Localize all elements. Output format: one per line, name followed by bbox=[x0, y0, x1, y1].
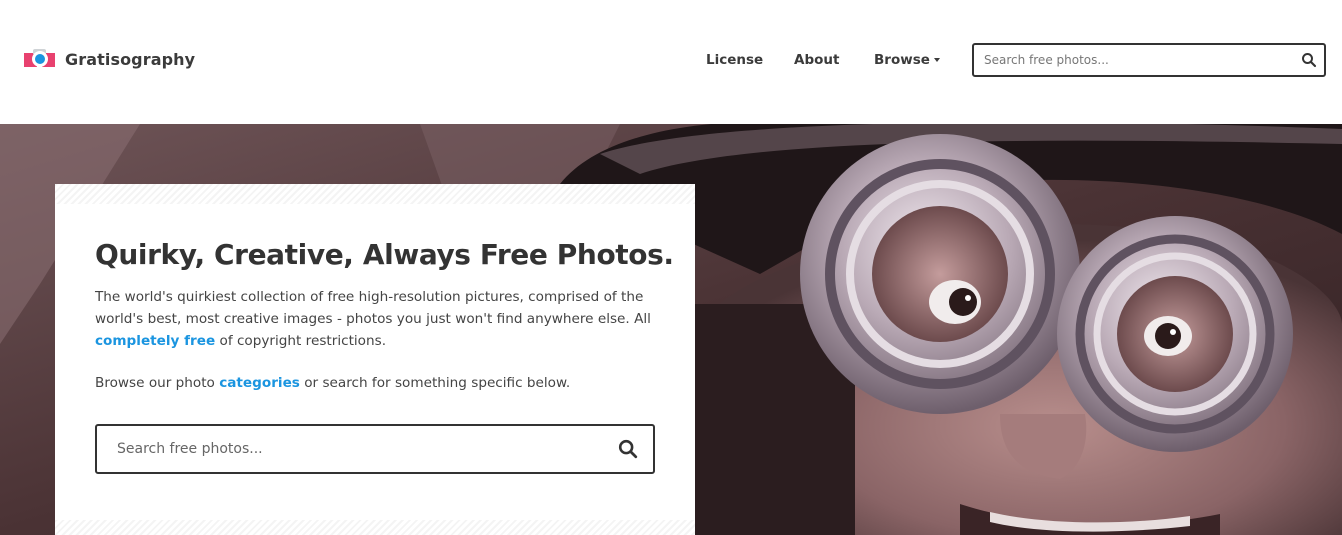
hero-card: Quirky, Creative, Always Free Photos. Th… bbox=[55, 184, 695, 535]
browse-text: Browse our photo bbox=[95, 375, 220, 391]
categories-link[interactable]: categories bbox=[219, 375, 300, 391]
hero-desc-text: The world's quirkiest collection of free… bbox=[95, 289, 651, 327]
logo-text: Gratisography bbox=[65, 49, 196, 69]
hero-search bbox=[95, 424, 655, 474]
logo[interactable]: Gratisography bbox=[24, 44, 195, 74]
hero-description: The world's quirkiest collection of free… bbox=[95, 286, 655, 352]
search-icon[interactable] bbox=[1300, 51, 1318, 69]
card-stripe-bottom bbox=[55, 520, 695, 535]
hero-desc-text-end: of copyright restrictions. bbox=[215, 333, 387, 349]
nav-license[interactable]: License bbox=[706, 51, 763, 69]
camera-icon bbox=[24, 48, 55, 70]
header-search bbox=[972, 43, 1326, 77]
hero: Quirky, Creative, Always Free Photos. Th… bbox=[0, 124, 1342, 535]
nav-about[interactable]: About bbox=[794, 51, 839, 69]
browse-text-end: or search for something specific below. bbox=[299, 375, 571, 391]
hero-search-input[interactable] bbox=[97, 426, 597, 472]
nav-browse[interactable]: Browse bbox=[874, 51, 940, 69]
header-search-input[interactable] bbox=[974, 45, 1284, 75]
search-icon[interactable] bbox=[617, 438, 639, 460]
site-header: Gratisography License About Browse bbox=[0, 0, 1342, 124]
nav-browse-label: Browse bbox=[874, 52, 930, 68]
hero-title: Quirky, Creative, Always Free Photos. bbox=[95, 238, 674, 271]
caret-down-icon bbox=[933, 58, 940, 62]
completely-free-link[interactable]: completely free bbox=[95, 333, 215, 349]
hero-browse-text: Browse our photo categories or search fo… bbox=[95, 372, 655, 394]
card-stripe-top bbox=[55, 184, 695, 204]
